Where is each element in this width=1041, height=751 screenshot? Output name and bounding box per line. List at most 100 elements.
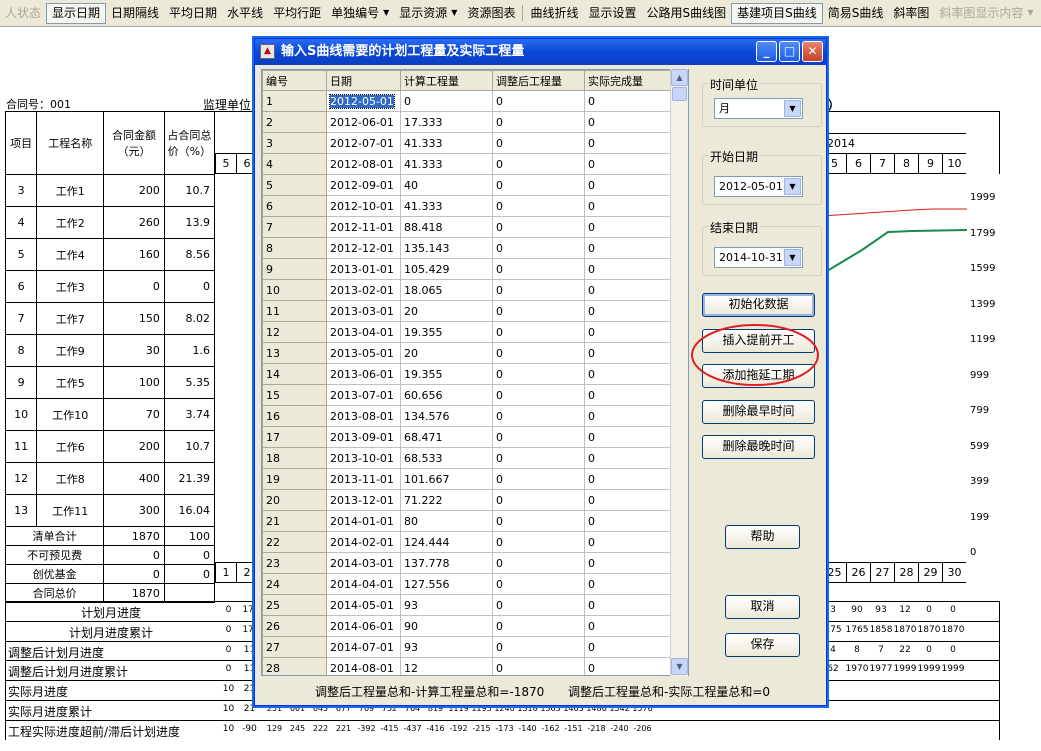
row-number[interactable]: 3 (262, 132, 327, 154)
grid-cell[interactable]: 0 (584, 237, 672, 259)
grid-cell[interactable]: 88.418 (400, 216, 493, 238)
chevron-down-icon[interactable]: ▼ (383, 3, 389, 23)
row-number[interactable]: 8 (262, 237, 327, 259)
row-number[interactable]: 27 (262, 636, 327, 658)
grid-cell[interactable]: 0 (584, 111, 672, 133)
grid-cell[interactable]: 0 (492, 405, 585, 427)
grid-cell[interactable]: 2013-04-01 (326, 321, 401, 343)
grid-cell[interactable]: 20 (400, 342, 493, 364)
grid-row[interactable]: 27 2014-07-01 93 0 0 (262, 636, 672, 658)
toolbar-button[interactable]: 曲线折线 (525, 3, 583, 24)
toolbar-button[interactable]: 基建项目S曲线 (731, 2, 823, 24)
grid-cell[interactable]: 2014-07-01 (326, 636, 401, 658)
chevron-down-icon[interactable]: ▼ (1027, 3, 1033, 23)
row-number[interactable]: 20 (262, 489, 327, 511)
grid-cell[interactable]: 0 (492, 279, 585, 301)
row-number[interactable]: 2 (262, 111, 327, 133)
grid-row[interactable]: 3 2012-07-01 41.333 0 0 (262, 132, 672, 154)
toolbar-button[interactable]: 人状态 (0, 3, 46, 24)
grid-cell[interactable]: 135.143 (400, 237, 493, 259)
grid-cell[interactable]: 2014-05-01 (326, 594, 401, 616)
row-number[interactable]: 7 (262, 216, 327, 238)
help-button[interactable]: 帮助 (725, 525, 800, 549)
grid-row[interactable]: 10 2013-02-01 18.065 0 0 (262, 279, 672, 301)
row-number[interactable]: 25 (262, 594, 327, 616)
grid-cell[interactable]: 18.065 (400, 279, 493, 301)
grid-cell[interactable]: 0 (492, 594, 585, 616)
row-number[interactable]: 11 (262, 300, 327, 322)
grid-cell[interactable]: 0 (584, 615, 672, 637)
grid-column-header[interactable]: 计算工程量 (400, 70, 493, 91)
maximize-icon[interactable]: □ (779, 41, 800, 62)
time-unit-select[interactable]: 月 ▼ (714, 98, 803, 119)
start-date-picker[interactable]: 2012-05-01 ▼ (714, 176, 803, 197)
chevron-down-icon[interactable]: ▼ (451, 3, 457, 23)
grid-cell[interactable]: 2014-08-01 (326, 657, 401, 675)
grid-cell[interactable]: 2012-07-01 (326, 132, 401, 154)
row-number[interactable]: 17 (262, 426, 327, 448)
scroll-thumb[interactable] (672, 87, 687, 101)
grid-cell[interactable]: 19.355 (400, 363, 493, 385)
grid-column-header[interactable]: 日期 (326, 70, 401, 91)
init-data-button[interactable]: 初始化数据 (702, 293, 815, 317)
grid-cell[interactable]: 105.429 (400, 258, 493, 280)
row-number[interactable]: 18 (262, 447, 327, 469)
grid-cell[interactable]: 0 (492, 216, 585, 238)
grid-cell[interactable]: 0 (492, 468, 585, 490)
toolbar-button[interactable]: 公路用S曲线图 (641, 3, 731, 24)
toolbar-button[interactable]: 平均行距 (268, 3, 326, 24)
grid-cell[interactable]: 0 (584, 573, 672, 595)
toolbar-button[interactable]: 平均日期 (164, 3, 222, 24)
grid-cell[interactable]: 80 (400, 510, 493, 532)
grid-cell[interactable]: 0 (492, 447, 585, 469)
grid-cell[interactable]: 0 (400, 90, 493, 112)
grid-cell[interactable]: 0 (584, 216, 672, 238)
grid-cell[interactable]: 2014-01-01 (326, 510, 401, 532)
grid-row[interactable]: 6 2012-10-01 41.333 0 0 (262, 195, 672, 217)
grid-cell[interactable]: 2012-10-01 (326, 195, 401, 217)
grid-cell[interactable]: 0 (584, 636, 672, 658)
grid-row[interactable]: 1 2012-05-01 0 0 0 (262, 90, 672, 112)
grid-cell[interactable]: 17.333 (400, 111, 493, 133)
grid-cell[interactable]: 0 (492, 510, 585, 532)
minimize-icon[interactable]: _ (756, 41, 777, 62)
grid-cell[interactable]: 124.444 (400, 531, 493, 553)
grid-cell[interactable]: 0 (492, 174, 585, 196)
grid-row[interactable]: 17 2013-09-01 68.471 0 0 (262, 426, 672, 448)
grid-cell[interactable]: 0 (492, 237, 585, 259)
row-number[interactable]: 10 (262, 279, 327, 301)
grid-row[interactable]: 5 2012-09-01 40 0 0 (262, 174, 672, 196)
scroll-up-icon[interactable]: ▲ (671, 69, 688, 86)
delete-latest-button[interactable]: 删除最晚时间 (702, 435, 815, 459)
grid-row[interactable]: 14 2013-06-01 19.355 0 0 (262, 363, 672, 385)
grid-cell[interactable]: 93 (400, 594, 493, 616)
row-number[interactable]: 28 (262, 657, 327, 675)
grid-cell[interactable]: 0 (584, 195, 672, 217)
toolbar-button[interactable]: 斜率图 (888, 3, 934, 24)
row-number[interactable]: 9 (262, 258, 327, 280)
grid-row[interactable]: 11 2013-03-01 20 0 0 (262, 300, 672, 322)
grid-row[interactable]: 23 2014-03-01 137.778 0 0 (262, 552, 672, 574)
grid-cell[interactable]: 2013-08-01 (326, 405, 401, 427)
grid-cell[interactable]: 2013-10-01 (326, 447, 401, 469)
delete-earliest-button[interactable]: 删除最早时间 (702, 400, 815, 424)
grid-cell[interactable]: 0 (492, 363, 585, 385)
grid-cell[interactable]: 71.222 (400, 489, 493, 511)
scroll-down-icon[interactable]: ▼ (671, 658, 688, 675)
grid-row[interactable]: 28 2014-08-01 12 0 0 (262, 657, 672, 675)
grid-row[interactable]: 20 2013-12-01 71.222 0 0 (262, 489, 672, 511)
grid-row[interactable]: 8 2012-12-01 135.143 0 0 (262, 237, 672, 259)
grid-cell[interactable]: 12 (400, 657, 493, 675)
grid-cell[interactable]: 0 (584, 426, 672, 448)
grid-cell[interactable]: 2013-12-01 (326, 489, 401, 511)
dialog-title-bar[interactable]: ▲ 输入S曲线需要的计划工程量及实际工程量 _ □ ✕ (255, 39, 826, 65)
grid-cell[interactable]: 0 (584, 552, 672, 574)
grid-cell[interactable]: 0 (584, 447, 672, 469)
grid-row[interactable]: 4 2012-08-01 41.333 0 0 (262, 153, 672, 175)
end-date-picker[interactable]: 2014-10-31 ▼ (714, 247, 803, 268)
grid-row[interactable]: 12 2013-04-01 19.355 0 0 (262, 321, 672, 343)
grid-cell[interactable]: 0 (584, 531, 672, 553)
grid-cell[interactable]: 0 (584, 342, 672, 364)
grid-cell[interactable]: 2013-06-01 (326, 363, 401, 385)
grid-cell[interactable]: 2012-11-01 (326, 216, 401, 238)
